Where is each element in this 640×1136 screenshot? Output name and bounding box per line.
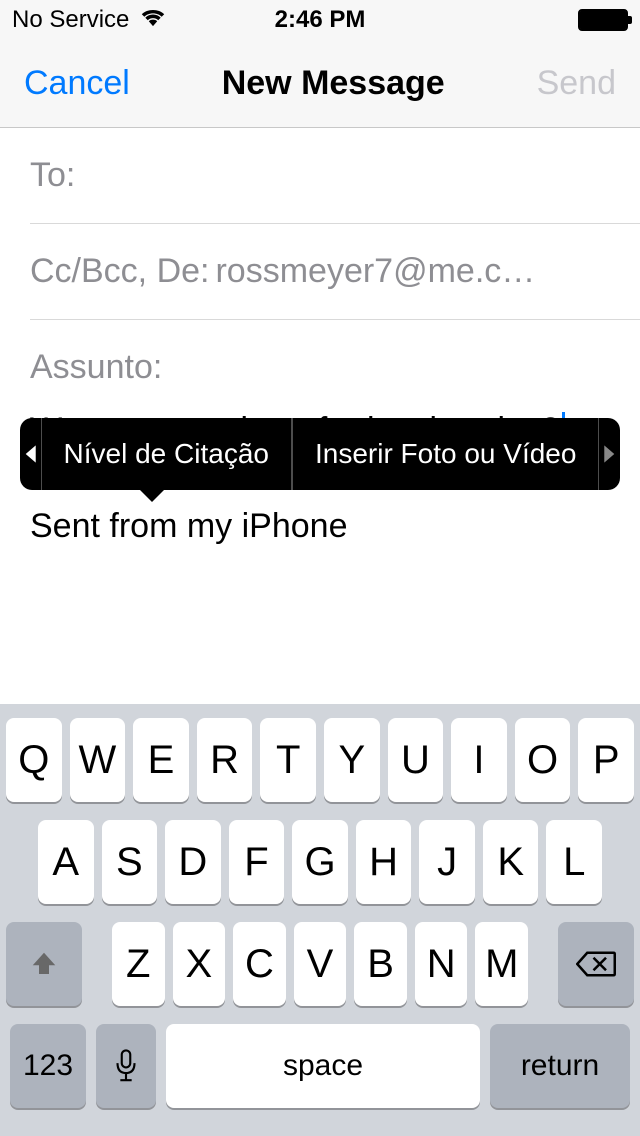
to-label: To: [30, 156, 75, 195]
cancel-button[interactable]: Cancel [24, 64, 130, 103]
key-t[interactable]: T [260, 718, 316, 802]
nav-bar: Cancel New Message Send [0, 40, 640, 128]
status-bar: No Service 2:46 PM [0, 0, 640, 40]
key-a[interactable]: A [38, 820, 94, 904]
key-c[interactable]: C [233, 922, 286, 1006]
page-title: New Message [222, 64, 445, 103]
subject-field[interactable]: Assunto: [30, 320, 640, 397]
signature: Sent from my iPhone [30, 503, 610, 551]
menu-next-icon[interactable] [599, 418, 620, 490]
key-p[interactable]: P [578, 718, 634, 802]
key-s[interactable]: S [102, 820, 158, 904]
battery-icon [578, 9, 628, 31]
wifi-icon [139, 6, 167, 34]
carrier-label: No Service [12, 6, 129, 34]
send-button[interactable]: Send [537, 64, 616, 103]
key-m[interactable]: M [475, 922, 528, 1006]
ccbcc-value: rossmeyer7@me.c… [215, 252, 535, 291]
key-o[interactable]: O [515, 718, 571, 802]
key-e[interactable]: E [133, 718, 189, 802]
backspace-key[interactable] [558, 922, 634, 1006]
key-r[interactable]: R [197, 718, 253, 802]
key-z[interactable]: Z [112, 922, 165, 1006]
key-d[interactable]: D [165, 820, 221, 904]
key-y[interactable]: Y [324, 718, 380, 802]
ccbcc-label: Cc/Bcc, De: [30, 252, 209, 291]
key-g[interactable]: G [292, 820, 348, 904]
keyboard: QWERTYUIOP ASDFGHJKL ZXCVBNM 123 space r… [0, 704, 640, 1136]
menu-prev-icon[interactable] [20, 418, 41, 490]
insert-photo-video-button[interactable]: Inserir Foto ou Vídeo [292, 418, 599, 490]
key-u[interactable]: U [388, 718, 444, 802]
edit-menu: Nível de Citação Inserir Foto ou Vídeo [20, 418, 620, 490]
key-f[interactable]: F [229, 820, 285, 904]
key-k[interactable]: K [483, 820, 539, 904]
key-x[interactable]: X [173, 922, 226, 1006]
shift-key[interactable] [6, 922, 82, 1006]
key-w[interactable]: W [70, 718, 126, 802]
key-i[interactable]: I [451, 718, 507, 802]
numbers-key[interactable]: 123 [10, 1024, 86, 1108]
ccbcc-field[interactable]: Cc/Bcc, De: rossmeyer7@me.c… [30, 224, 640, 320]
key-n[interactable]: N [415, 922, 468, 1006]
to-field[interactable]: To: [30, 128, 640, 224]
space-key[interactable]: space [166, 1024, 480, 1108]
return-key[interactable]: return [490, 1024, 630, 1108]
key-v[interactable]: V [294, 922, 347, 1006]
key-q[interactable]: Q [6, 718, 62, 802]
key-l[interactable]: L [546, 820, 602, 904]
subject-label: Assunto: [30, 348, 162, 387]
key-h[interactable]: H [356, 820, 412, 904]
mic-key[interactable] [96, 1024, 156, 1108]
key-b[interactable]: B [354, 922, 407, 1006]
compose-area: To: Cc/Bcc, De: rossmeyer7@me.c… Assunto… [0, 128, 640, 397]
key-j[interactable]: J [419, 820, 475, 904]
quote-level-button[interactable]: Nível de Citação [41, 418, 292, 490]
